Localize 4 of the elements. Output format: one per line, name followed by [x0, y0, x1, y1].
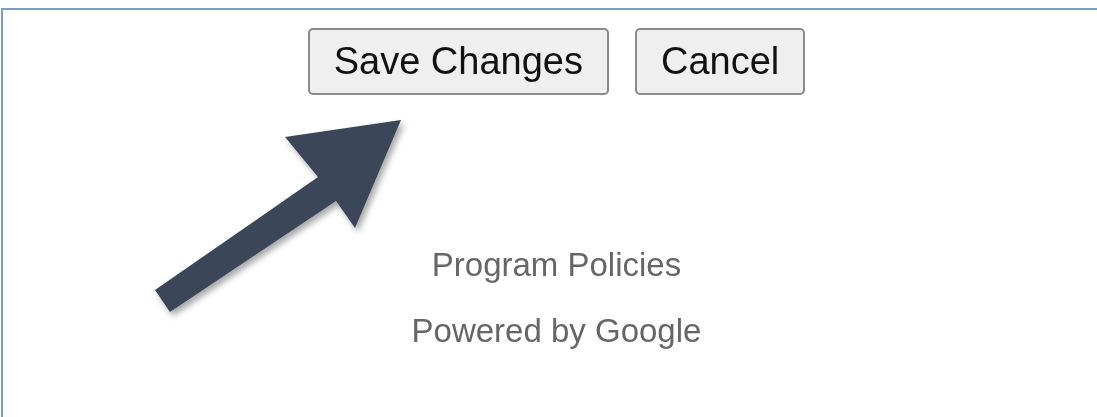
save-button[interactable]: Save Changes — [307, 28, 609, 95]
cancel-button[interactable]: Cancel — [635, 28, 806, 95]
footer-link[interactable]: Powered by Google — [411, 311, 702, 351]
footer-link[interactable]: Program Policies — [431, 245, 682, 285]
